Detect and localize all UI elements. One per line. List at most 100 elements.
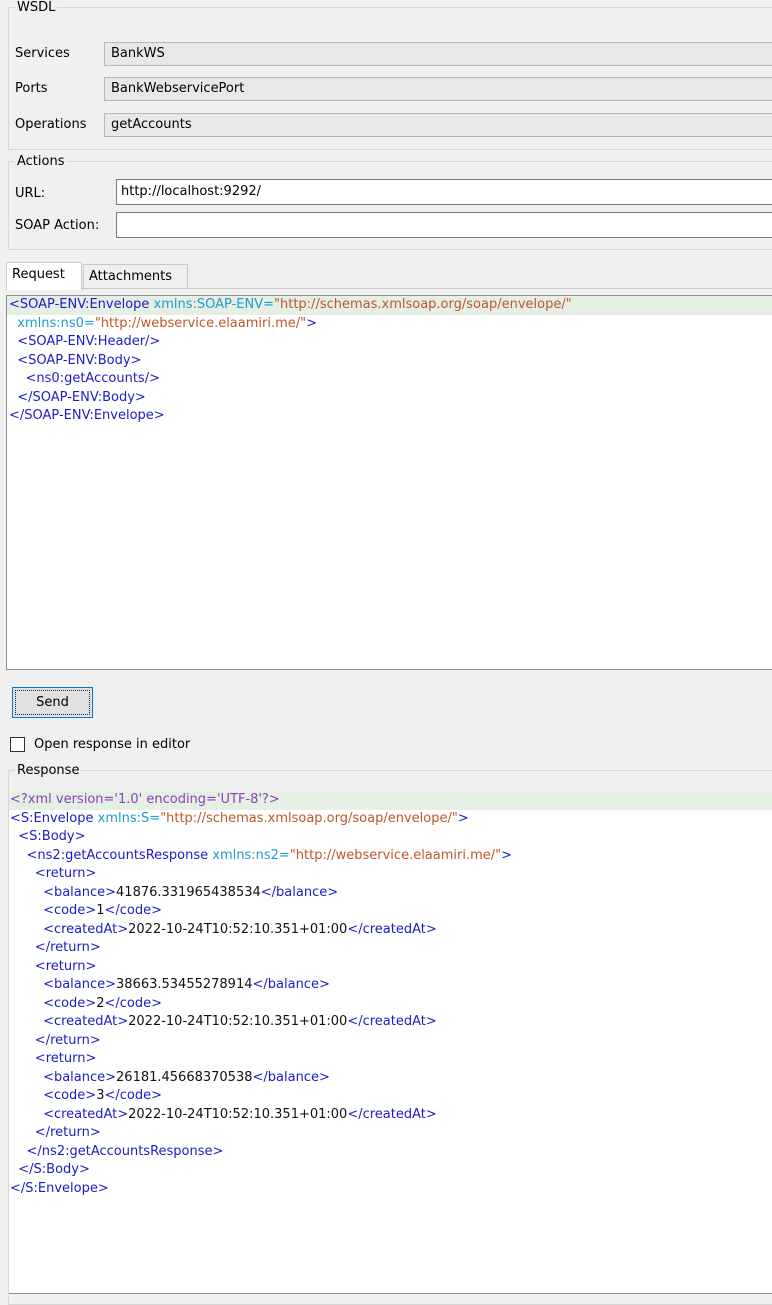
response-token <box>10 1144 27 1159</box>
response-token: <ns2:getAccountsResponse <box>26 847 213 863</box>
response-line: </ns2:getAccountsResponse> <box>9 1143 772 1162</box>
response-token: </S:Body> <box>18 1162 90 1177</box>
response-token <box>10 866 35 881</box>
response-line: <ns2:getAccountsResponse xmlns:ns2="http… <box>9 847 772 866</box>
response-token: <code> <box>43 903 97 918</box>
response-token: <code> <box>43 1088 97 1103</box>
response-line: <code>2</code> <box>9 995 772 1014</box>
response-token: 2022-10-24T10:52:10.351+01:00 <box>128 1106 348 1122</box>
response-token: </ns2:getAccountsResponse> <box>26 1143 224 1159</box>
tab-request[interactable]: Request <box>6 262 82 290</box>
response-token: </balance> <box>260 884 339 900</box>
request-line: <SOAP-ENV:Header/> <box>7 333 772 352</box>
response-editor[interactable]: <?xml version='1.0' encoding='UTF-8'?> <S… <box>9 791 772 1294</box>
response-token: <?xml version='1.0' encoding='UTF-8'?> <box>10 792 280 807</box>
request-token: > <box>306 315 318 331</box>
request-line: <ns0:getAccounts/> <box>7 370 772 389</box>
response-token: <createdAt> <box>43 921 129 937</box>
response-token: 2022-10-24T10:52:10.351+01:00 <box>128 1014 348 1029</box>
response-token: > <box>501 847 513 863</box>
response-token <box>10 922 43 937</box>
response-token: <balance> <box>43 884 117 900</box>
response-token: <createdAt> <box>43 1106 129 1122</box>
request-token: <SOAP-ENV:Envelope <box>9 297 154 312</box>
request-token: <ns0:getAccounts/> <box>25 371 160 386</box>
soap-action-label: SOAP Action: <box>15 218 100 233</box>
response-token: </code> <box>104 995 163 1011</box>
response-token <box>10 996 43 1011</box>
response-token <box>10 1107 43 1122</box>
soap-action-input[interactable] <box>116 212 772 238</box>
response-line: <code>3</code> <box>9 1087 772 1106</box>
response-line: <return> <box>9 1050 772 1069</box>
response-line: </return> <box>9 1032 772 1051</box>
actions-legend: Actions <box>17 154 65 169</box>
operations-field[interactable]: getAccounts <box>104 113 772 137</box>
ports-field[interactable]: BankWebservicePort <box>104 77 772 101</box>
response-token: xmlns:S= <box>97 810 161 826</box>
response-line: <S:Body> <box>9 828 772 847</box>
response-token: </return> <box>34 940 101 955</box>
response-token: "http://webservice.elaamiri.me/" <box>289 847 502 863</box>
request-line: <SOAP-ENV:Envelope xmlns:SOAP-ENV="http:… <box>7 296 772 315</box>
response-token: <balance> <box>43 1069 117 1085</box>
send-button[interactable]: Send <box>12 687 93 718</box>
open-response-label[interactable]: Open response in editor <box>34 737 190 752</box>
response-line: <createdAt>2022-10-24T10:52:10.351+01:00… <box>9 1013 772 1032</box>
response-token: 38663.53455278914 <box>116 977 253 992</box>
response-token: </code> <box>104 903 163 918</box>
response-legend: Response <box>17 763 80 778</box>
response-line: <createdAt>2022-10-24T10:52:10.351+01:00… <box>9 921 772 940</box>
response-line: <return> <box>9 865 772 884</box>
response-token <box>10 1051 35 1066</box>
response-token: </createdAt> <box>347 921 437 937</box>
response-token: xmlns:ns2= <box>212 847 290 863</box>
response-token: <S:Envelope <box>10 810 98 826</box>
response-token <box>10 1088 43 1103</box>
response-token: "http://schemas.xmlsoap.org/soap/envelop… <box>160 810 458 826</box>
response-token: 41876.331965438534 <box>116 884 261 900</box>
response-token: <return> <box>34 958 97 974</box>
url-input[interactable]: http://localhost:9292/ <box>116 179 772 205</box>
response-line: </S:Body> <box>9 1161 772 1180</box>
request-token: xmlns:ns0= <box>17 315 95 331</box>
request-token: </SOAP-ENV:Body> <box>17 389 146 405</box>
services-label: Services <box>15 46 70 61</box>
response-line: <S:Envelope xmlns:S="http://schemas.xmls… <box>9 810 772 829</box>
request-code: <SOAP-ENV:Envelope xmlns:SOAP-ENV="http:… <box>7 296 772 426</box>
response-token <box>10 977 43 992</box>
response-token: 2022-10-24T10:52:10.351+01:00 <box>128 921 348 937</box>
response-line: </return> <box>9 1124 772 1143</box>
response-line: </S:Envelope> <box>9 1180 772 1199</box>
open-response-checkbox[interactable] <box>10 737 25 752</box>
url-label: URL: <box>15 186 46 201</box>
request-token: </SOAP-ENV:Envelope> <box>9 408 165 423</box>
response-line: <balance>38663.53455278914</balance> <box>9 976 772 995</box>
ports-label: Ports <box>15 81 48 96</box>
response-line: <balance>26181.45668370538</balance> <box>9 1069 772 1088</box>
response-token: <return> <box>34 1051 97 1066</box>
response-token: </createdAt> <box>347 1014 437 1029</box>
response-token: <return> <box>34 866 97 881</box>
response-line: <return> <box>9 958 772 977</box>
response-token: 26181.45668370538 <box>116 1069 253 1085</box>
response-token: <createdAt> <box>43 1014 129 1029</box>
request-token: xmlns:SOAP-ENV= <box>153 297 275 312</box>
services-field[interactable]: BankWS <box>104 42 772 66</box>
response-token <box>10 940 35 955</box>
tab-attachments[interactable]: Attachments <box>83 264 188 288</box>
wsdl-legend: WSDL <box>17 0 56 15</box>
response-token: <code> <box>43 995 97 1011</box>
request-line: <SOAP-ENV:Body> <box>7 352 772 371</box>
request-line: </SOAP-ENV:Body> <box>7 389 772 408</box>
response-token: <balance> <box>43 977 117 992</box>
response-token <box>10 903 43 918</box>
request-token: "http://schemas.xmlsoap.org/soap/envelop… <box>274 297 572 312</box>
tab-strip-line <box>6 288 772 289</box>
response-token <box>10 1014 43 1029</box>
response-token: </balance> <box>252 977 330 992</box>
request-editor[interactable]: <SOAP-ENV:Envelope xmlns:SOAP-ENV="http:… <box>6 295 772 670</box>
request-token: <SOAP-ENV:Body> <box>17 352 142 368</box>
request-line: </SOAP-ENV:Envelope> <box>7 407 772 426</box>
request-line: xmlns:ns0="http://webservice.elaamiri.me… <box>7 315 772 334</box>
